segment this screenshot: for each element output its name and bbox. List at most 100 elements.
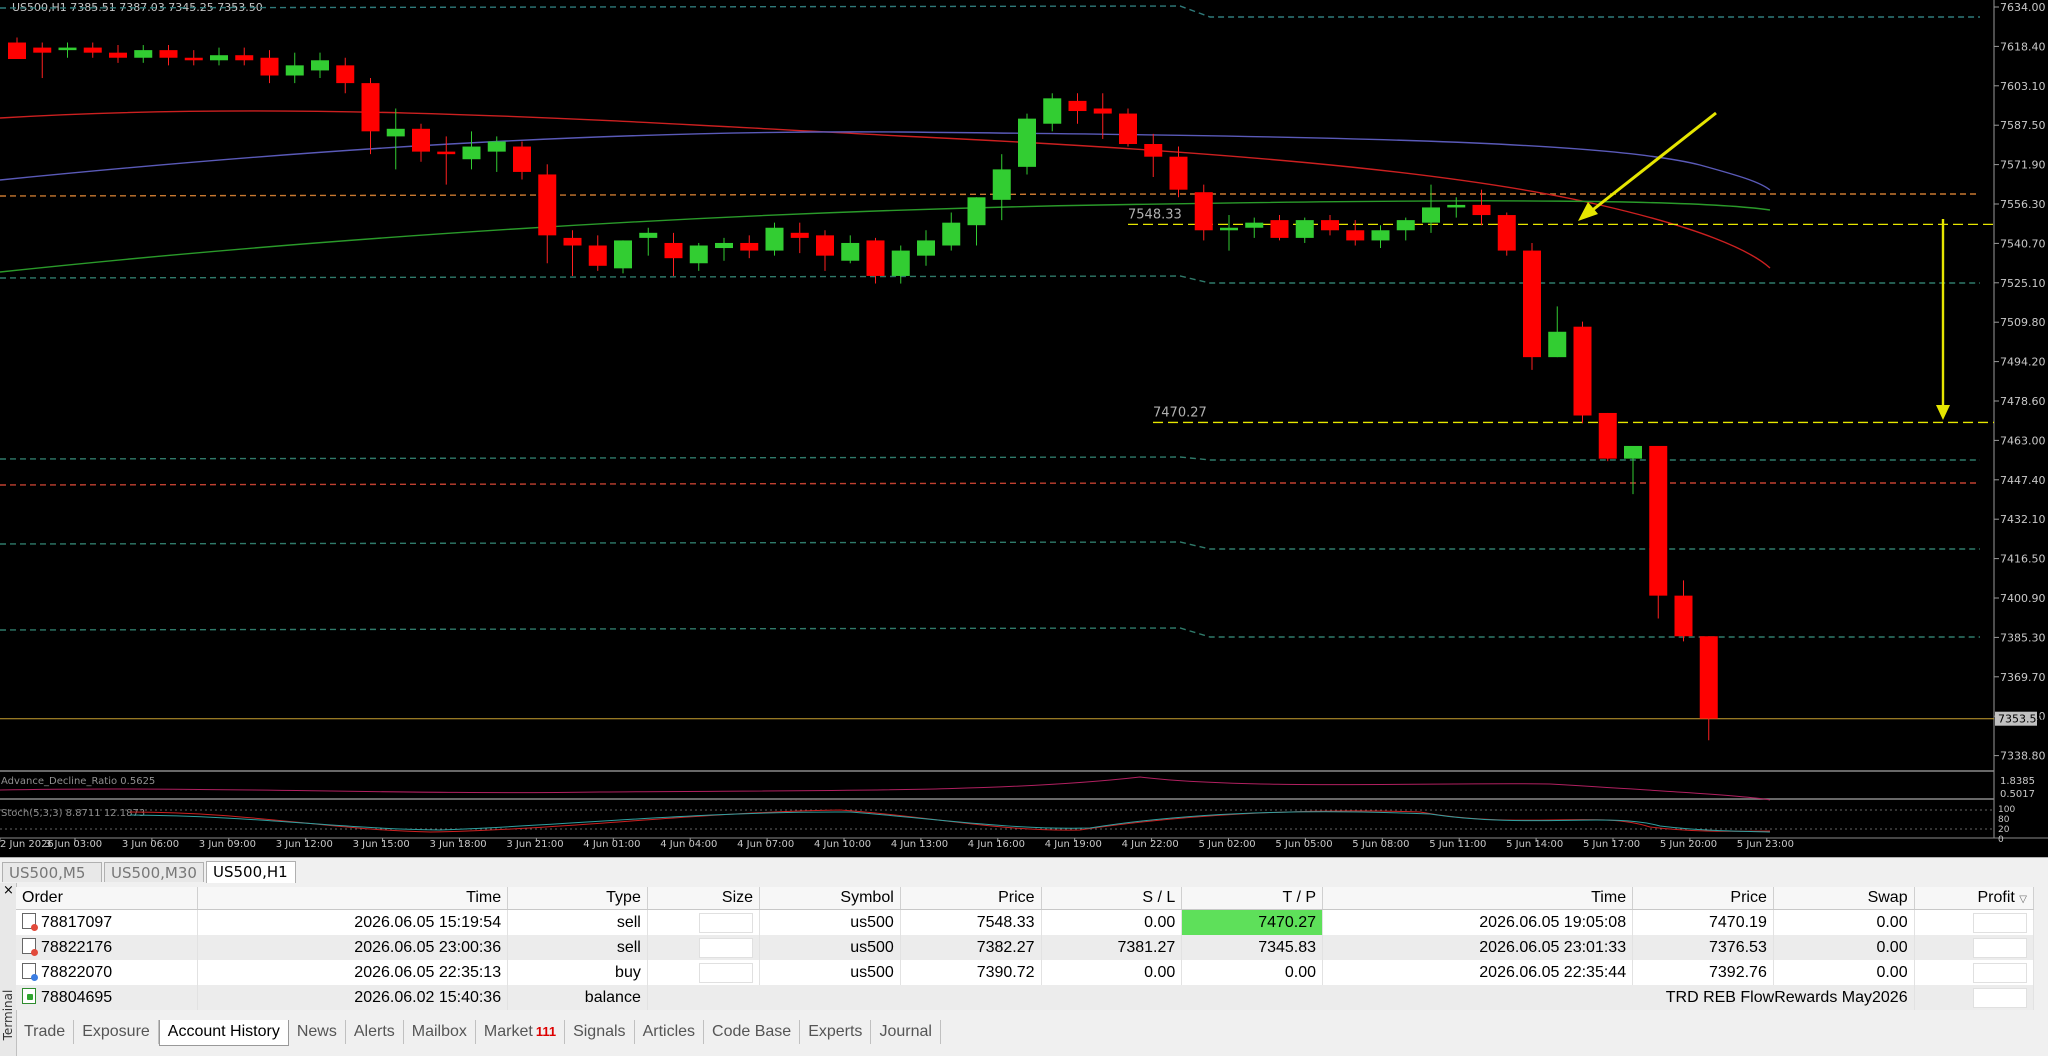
- price-chart[interactable]: 7634.00 7618.40 7603.10 7587.50 7571.90 7556.…: [0, 0, 2048, 857]
- tab-experts[interactable]: Experts: [800, 1020, 872, 1044]
- col-symbol[interactable]: Symbol: [759, 887, 901, 910]
- candle-body: [83, 47, 102, 53]
- time-axis-label: 5 Jun 17:00: [1583, 839, 1640, 850]
- candle-body: [462, 146, 481, 160]
- indicator1-label: Advance_Decline_Ratio 0.5625: [1, 776, 155, 787]
- swap: 0.00: [1773, 909, 1915, 935]
- diagonal-arrow-shaft: [1589, 111, 1717, 214]
- col-price[interactable]: Price: [900, 887, 1042, 910]
- tab-signals[interactable]: Signals: [565, 1020, 635, 1044]
- candle-body: [1371, 230, 1390, 241]
- symbol-tab-m5[interactable]: US500,M5: [2, 862, 102, 882]
- symbol-tab-h1[interactable]: US500,H1: [206, 861, 296, 883]
- col-sl[interactable]: S / L: [1041, 887, 1183, 910]
- col-order[interactable]: Order: [16, 887, 199, 910]
- candle-body: [210, 55, 228, 61]
- price-axis-label: 7416.50: [2000, 553, 2046, 566]
- col-tp[interactable]: T / P: [1181, 887, 1324, 910]
- candle-body: [1295, 220, 1314, 238]
- table-row[interactable]: 78822070 2026.06.05 22:35:13 buy us500 7…: [16, 960, 2035, 985]
- price-axis-label: 7494.20: [2000, 356, 2046, 369]
- stop-loss: 7381.27: [1041, 935, 1183, 960]
- market-badge: 111: [535, 1024, 557, 1039]
- close-icon[interactable]: ×: [3, 883, 14, 898]
- table-row[interactable]: 78822176 2026.06.05 23:00:36 sell us500 …: [16, 935, 2035, 960]
- profit-redacted: [1973, 912, 2027, 933]
- candle-body: [1422, 207, 1440, 223]
- tab-mailbox[interactable]: Mailbox: [404, 1020, 476, 1044]
- tab-account-history[interactable]: Account History: [158, 1020, 289, 1046]
- close-price: 7376.53: [1632, 935, 1774, 960]
- tab-alerts[interactable]: Alerts: [346, 1020, 404, 1044]
- balance-comment: TRD REB FlowRewards May2026: [647, 985, 1915, 1010]
- col-close-price[interactable]: Price: [1632, 887, 1774, 910]
- order-cell: 78817097: [16, 909, 199, 935]
- candle-body: [1194, 192, 1213, 231]
- candle-body: [1144, 144, 1163, 157]
- tab-code-base[interactable]: Code Base: [704, 1020, 801, 1044]
- col-close-time[interactable]: Time: [1322, 887, 1634, 910]
- candle-body: [1018, 118, 1036, 167]
- open-price: 7548.33: [900, 909, 1042, 935]
- order-type: balance: [507, 985, 648, 1010]
- candle-body: [866, 240, 885, 276]
- tab-articles[interactable]: Articles: [635, 1020, 705, 1044]
- time-axis-label: 3 Jun 12:00: [276, 839, 333, 850]
- profit: [1914, 935, 2035, 960]
- tab-market[interactable]: Market 111: [476, 1020, 566, 1044]
- candle-body: [538, 174, 557, 236]
- open-price: 7390.72: [900, 960, 1042, 985]
- candle-body: [992, 169, 1011, 200]
- price-axis-label: 7540.70: [2000, 237, 2046, 250]
- sort-icon: ▽: [2019, 894, 2027, 905]
- candle-body: [58, 47, 77, 51]
- col-swap[interactable]: Swap: [1773, 887, 1915, 910]
- profit-redacted: [1973, 987, 2027, 1008]
- table-row[interactable]: 78804695 2026.06.02 15:40:36 balance TRD…: [16, 985, 2035, 1010]
- entry-level-label: 7548.33: [1128, 207, 1182, 222]
- price-axis-label: 7338.80: [2000, 750, 2046, 763]
- envelope-band: [0, 541, 1980, 550]
- candle-body: [917, 240, 935, 256]
- time-axis-label: 4 Jun 19:00: [1045, 839, 1102, 850]
- candle-body: [841, 242, 860, 261]
- size-redacted: [699, 937, 754, 958]
- candle-body: [285, 65, 304, 76]
- account-history-table: Order Time Type Size Symbol Price S / L …: [16, 887, 2035, 1010]
- candle-body: [1699, 636, 1718, 719]
- price-axis-label: 7571.90: [2000, 159, 2046, 172]
- order-id: 78817097: [41, 914, 113, 931]
- close-time: 2026.06.05 22:35:44: [1322, 960, 1634, 985]
- price-axis-label: 7432.10: [2000, 513, 2046, 526]
- size-redacted: [699, 912, 754, 933]
- candle-body: [816, 235, 834, 256]
- profit: [1914, 985, 2035, 1010]
- indicator2-axis-label: 100: [1998, 805, 2015, 815]
- candle-body: [790, 232, 809, 238]
- indicator1-axis-label: 0.5017: [2000, 789, 2035, 800]
- swap: 0.00: [1773, 960, 1915, 985]
- candle-body: [1321, 220, 1339, 231]
- indicator2-axis-label: 0: [1998, 835, 2004, 845]
- col-size[interactable]: Size: [647, 887, 761, 910]
- tab-trade[interactable]: Trade: [16, 1020, 75, 1044]
- chart-canvas[interactable]: 7634.00 7618.40 7603.10 7587.50 7571.90 7556.…: [0, 0, 2048, 857]
- col-type[interactable]: Type: [507, 887, 648, 910]
- col-time[interactable]: Time: [197, 887, 509, 910]
- candle-body: [134, 50, 153, 58]
- tab-journal[interactable]: Journal: [871, 1020, 941, 1044]
- candle-body: [513, 146, 531, 172]
- tab-news[interactable]: News: [289, 1020, 346, 1044]
- col-profit[interactable]: Profit ▽: [1914, 887, 2035, 910]
- candle-body: [614, 240, 632, 269]
- candle-body: [765, 227, 784, 251]
- candle-body: [1068, 100, 1087, 112]
- time-axis-label: 3 Jun 09:00: [199, 839, 256, 850]
- order-symbol: us500: [759, 909, 901, 935]
- symbol-tab-m30[interactable]: US500,M30: [104, 862, 204, 882]
- candle-body: [639, 232, 658, 238]
- tab-exposure[interactable]: Exposure: [74, 1020, 159, 1044]
- table-row[interactable]: 78817097 2026.06.05 15:19:54 sell us500 …: [16, 909, 2035, 935]
- time-axis-label: 3 Jun 06:00: [122, 839, 179, 850]
- time-axis-label: 5 Jun 11:00: [1429, 839, 1486, 850]
